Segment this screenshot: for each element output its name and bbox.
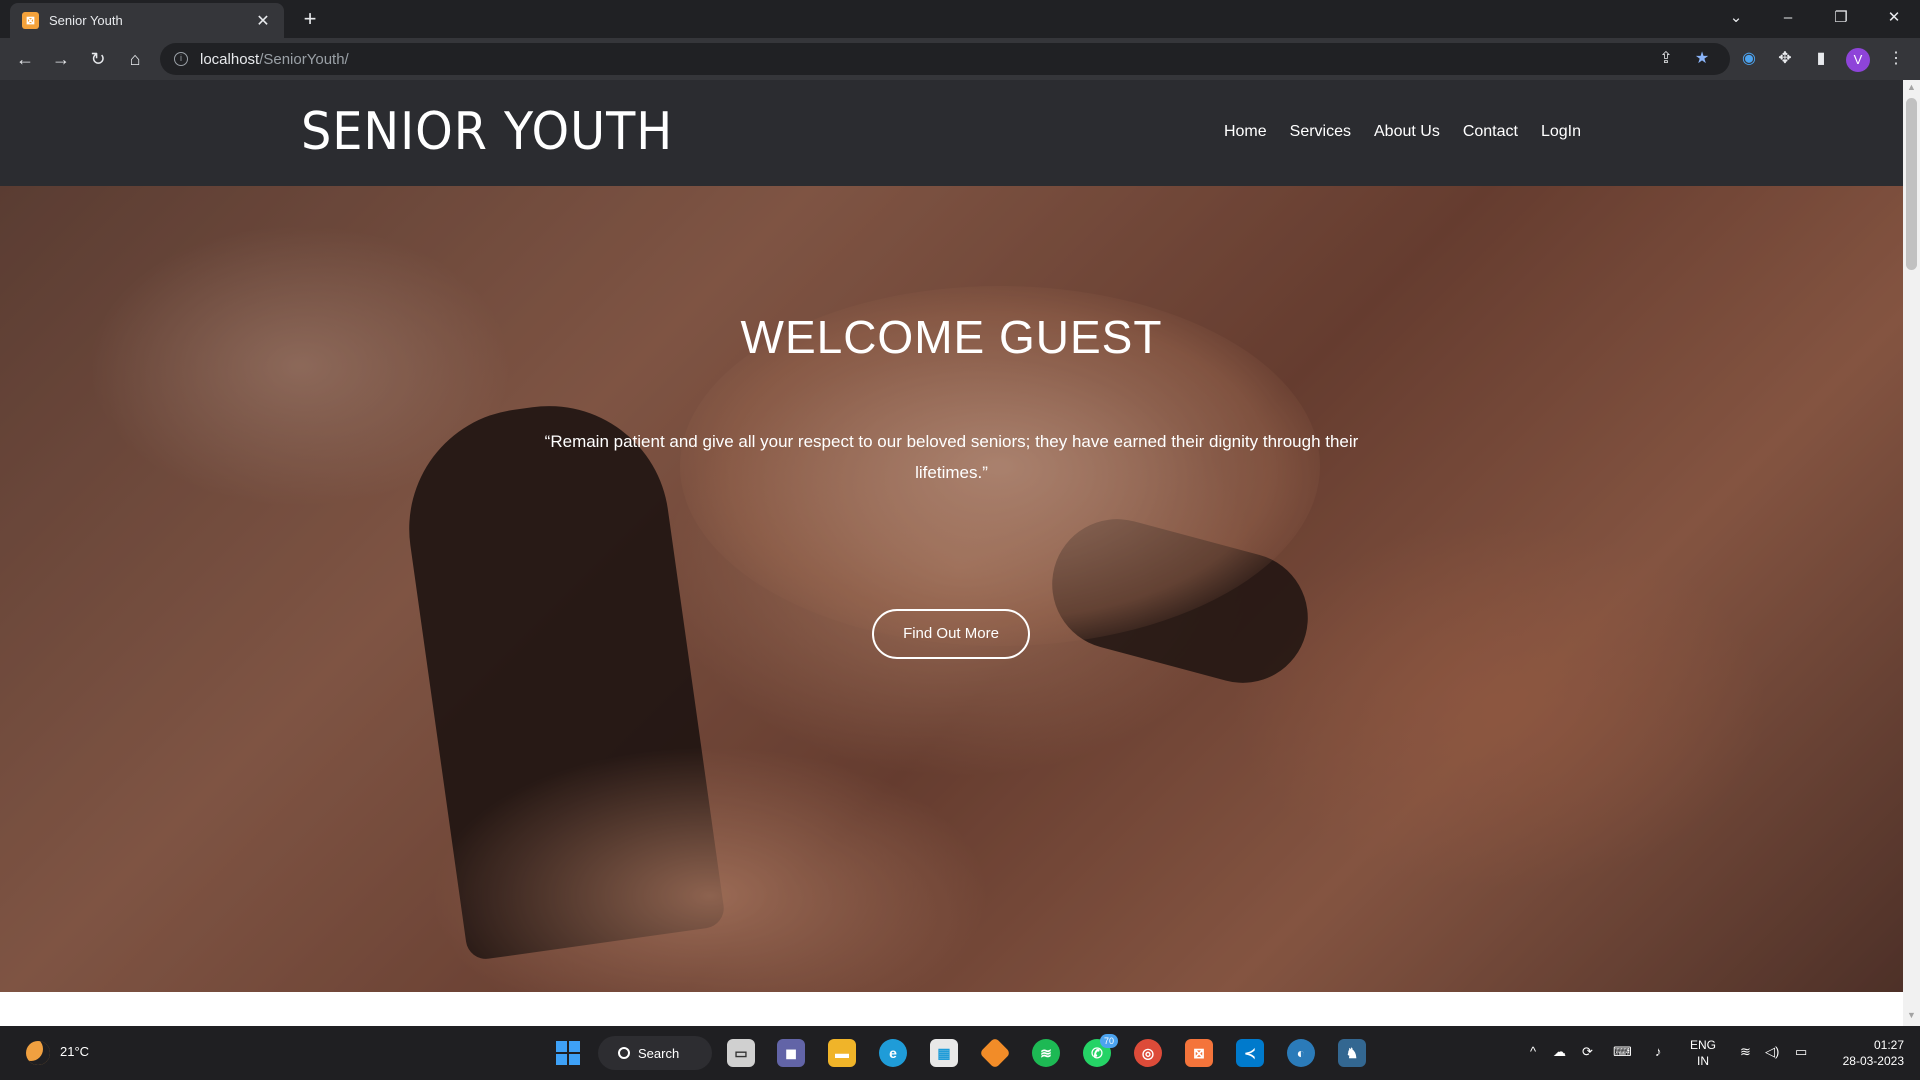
nav-link-contact[interactable]: Contact xyxy=(1463,123,1518,141)
sublime-diamond-icon[interactable] xyxy=(979,1037,1011,1069)
page-viewport: SENIOR YOUTH Home Services About Us Cont… xyxy=(0,80,1903,1026)
browser-toolbar: ← → ↻ ⌂ i localhost/SeniorYouth/ ⇪ ★ ◉ ✥… xyxy=(0,38,1920,80)
file-explorer-icon[interactable]: ▬ xyxy=(828,1039,856,1067)
hero-section: WELCOME GUEST “Remain patient and give a… xyxy=(0,186,1903,992)
input-language-region: IN xyxy=(1697,1054,1709,1068)
home-icon[interactable]: ⌂ xyxy=(122,47,148,71)
site-navbar: SENIOR YOUTH Home Services About Us Cont… xyxy=(0,80,1903,186)
weather-temperature[interactable]: 21°C xyxy=(60,1044,89,1059)
onedrive-cloud-icon[interactable]: ☁ xyxy=(1553,1044,1566,1060)
minimize-window-button[interactable]: – xyxy=(1768,6,1808,30)
find-out-more-button[interactable]: Find Out More xyxy=(872,609,1030,659)
spotify-icon[interactable]: ≋ xyxy=(1032,1039,1060,1067)
volume-icon[interactable]: ◁) xyxy=(1765,1044,1779,1060)
close-window-button[interactable]: ✕ xyxy=(1874,6,1914,30)
scroll-thumb[interactable] xyxy=(1906,98,1917,270)
side-panel-icon[interactable]: ▮ xyxy=(1809,48,1833,72)
vscode-icon[interactable]: ≺ xyxy=(1236,1039,1264,1067)
page-scrollbar[interactable]: ▲ ▼ xyxy=(1903,80,1920,1026)
sync-icon[interactable]: ⟳ xyxy=(1582,1044,1593,1060)
taskbar-search-button[interactable]: Search xyxy=(598,1036,712,1070)
bookmark-star-icon[interactable]: ★ xyxy=(1690,48,1714,72)
weather-moon-icon[interactable] xyxy=(26,1041,50,1065)
chrome-icon[interactable]: ◎ xyxy=(1134,1039,1162,1067)
browser-menu-icon[interactable]: ⋮ xyxy=(1884,48,1908,72)
site-brand[interactable]: SENIOR YOUTH xyxy=(301,102,673,162)
share-icon[interactable]: ⇪ xyxy=(1654,48,1678,72)
nav-link-home[interactable]: Home xyxy=(1224,123,1267,141)
address-bar[interactable]: i localhost/SeniorYouth/ xyxy=(160,43,1730,75)
hero-overlay xyxy=(0,186,1903,992)
extensions-puzzle-icon[interactable]: ✥ xyxy=(1773,48,1797,72)
nav-link-services[interactable]: Services xyxy=(1290,123,1351,141)
tab-search-chevron-icon[interactable]: ⌄ xyxy=(1716,6,1756,30)
microsoft-store-icon[interactable]: ▦ xyxy=(930,1039,958,1067)
system-clock[interactable]: 01:27 28-03-2023 xyxy=(1830,1037,1904,1069)
site-nav-links: Home Services About Us Contact LogIn xyxy=(1224,123,1581,141)
edge-browser-icon[interactable]: e xyxy=(879,1039,907,1067)
profile-avatar[interactable]: V xyxy=(1846,48,1870,72)
site-info-icon[interactable]: i xyxy=(174,52,188,66)
scroll-up-arrow-icon[interactable]: ▲ xyxy=(1903,82,1920,96)
taskbar-search-label: Search xyxy=(638,1045,680,1061)
input-language[interactable]: ENG IN xyxy=(1690,1037,1716,1069)
new-tab-button[interactable]: + xyxy=(297,7,323,33)
keyboard-icon[interactable]: ⌨ xyxy=(1613,1044,1632,1060)
battery-icon[interactable]: ▭ xyxy=(1795,1044,1807,1060)
tab-close-icon[interactable]: ✕ xyxy=(254,11,272,31)
microphone-icon[interactable]: ♪ xyxy=(1655,1044,1662,1059)
windows-start-icon[interactable] xyxy=(556,1041,580,1065)
teams-chat-icon[interactable]: ◼ xyxy=(777,1039,805,1067)
task-view-icon[interactable]: ▭ xyxy=(727,1039,755,1067)
whatsapp-unread-badge: 70 xyxy=(1100,1034,1118,1048)
url-path: /SeniorYouth/ xyxy=(259,50,349,68)
browser-tab-active[interactable]: ⊠ Senior Youth ✕ xyxy=(10,3,284,38)
tab-title: Senior Youth xyxy=(49,13,123,28)
hero-quote: “Remain patient and give all your respec… xyxy=(544,432,1359,482)
hero-title: WELCOME GUEST xyxy=(740,311,1163,363)
wifi-icon[interactable]: ≋ xyxy=(1740,1044,1751,1060)
xampp-icon[interactable]: ⊠ xyxy=(1185,1039,1213,1067)
forward-arrow-icon[interactable]: → xyxy=(48,47,74,71)
clock-time: 01:27 xyxy=(1873,1038,1904,1052)
reload-icon[interactable]: ↻ xyxy=(85,47,111,71)
xampp-favicon-icon: ⊠ xyxy=(22,12,39,29)
windows-taskbar: 21°C Search ▭ ◼ ▬ e ▦ ≋ ✆ 70 ◎ ⊠ ≺ ◐ ♞ ^… xyxy=(0,1026,1920,1080)
clock-date: 28-03-2023 xyxy=(1842,1054,1904,1068)
search-icon xyxy=(618,1047,630,1059)
browser-tabstrip: ⊠ Senior Youth ✕ + ⌄ – ❐ ✕ xyxy=(0,0,1920,38)
mysql-workbench-icon[interactable]: ◐ xyxy=(1287,1039,1315,1067)
back-arrow-icon[interactable]: ← xyxy=(12,47,38,71)
input-language-code: ENG xyxy=(1690,1038,1717,1052)
nav-link-about-us[interactable]: About Us xyxy=(1374,123,1440,141)
show-hidden-icons-chevron-icon[interactable]: ^ xyxy=(1530,1044,1536,1059)
postgresql-elephant-icon[interactable]: ♞ xyxy=(1338,1039,1366,1067)
restore-window-button[interactable]: ❐ xyxy=(1821,6,1861,30)
extension-swirl-icon[interactable]: ◉ xyxy=(1737,48,1761,72)
url-host: localhost xyxy=(200,50,260,68)
nav-link-login[interactable]: LogIn xyxy=(1541,123,1581,141)
scroll-down-arrow-icon[interactable]: ▼ xyxy=(1903,1010,1920,1024)
